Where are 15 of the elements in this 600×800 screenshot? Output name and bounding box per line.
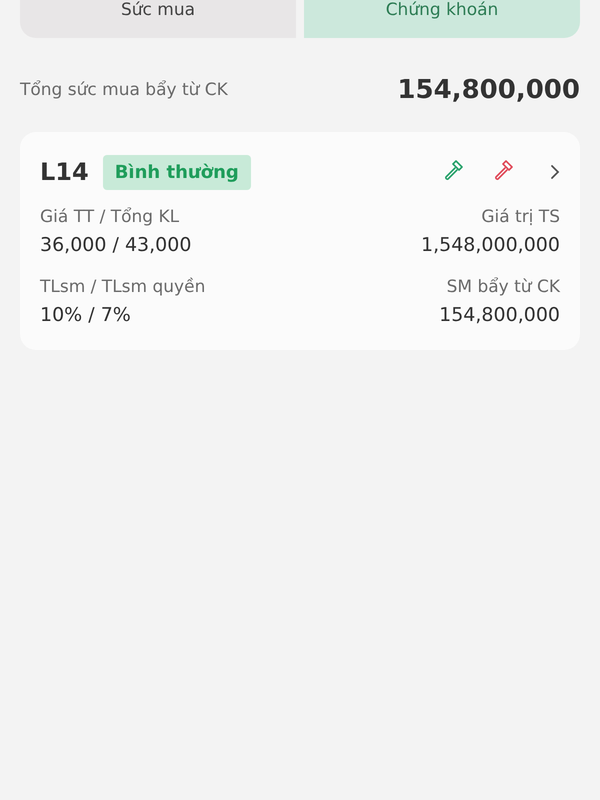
field-value: 10% / 7%: [40, 303, 131, 328]
field-value: 1,548,000,000: [420, 233, 560, 258]
field-label: Giá TT / Tổng KL: [40, 206, 180, 229]
field-value: 154,800,000: [439, 303, 560, 328]
summary-value: 154,800,000: [397, 74, 580, 107]
field-label: Giá trị TS: [481, 206, 560, 229]
field-value: 36,000 / 43,000: [40, 233, 192, 258]
field-label: SM bẩy từ CK: [446, 276, 560, 299]
status-tag: Bình thường: [102, 154, 251, 190]
summary-label: Tổng sức mua bẩy từ CK: [20, 78, 228, 102]
stock-code: L14: [40, 157, 89, 188]
tab[interactable]: Chứng khoán: [304, 0, 580, 38]
field-label: TLsm / TLsm quyền: [40, 276, 206, 299]
tab[interactable]: Sức mua: [20, 0, 296, 38]
chevron-right-icon[interactable]: [550, 164, 560, 180]
